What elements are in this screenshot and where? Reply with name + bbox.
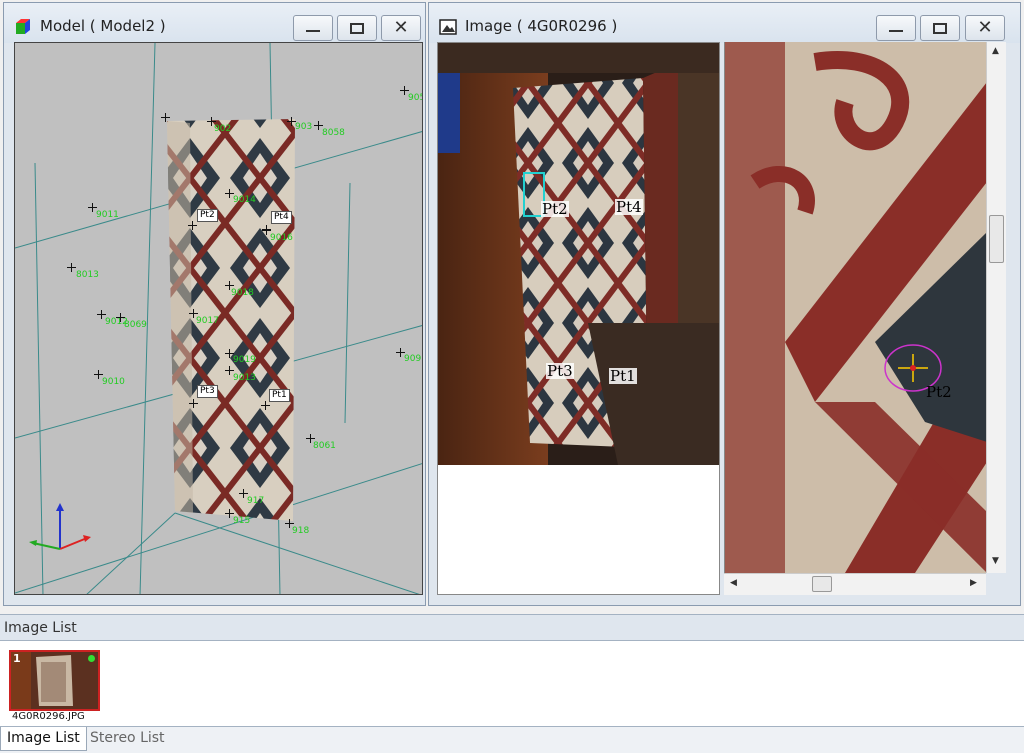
status-dot-icon xyxy=(88,655,95,662)
image-zoom-panel[interactable]: Pt2 xyxy=(724,42,986,573)
minimize-button[interactable] xyxy=(876,15,916,41)
thumbnail-photo xyxy=(11,652,98,709)
pt-tag: Pt1 xyxy=(269,389,290,402)
pt-tag: Pt2 xyxy=(197,209,218,222)
gcp-label: 9010 xyxy=(102,377,125,387)
horizontal-scrollbar[interactable]: ◀ ▶ xyxy=(724,573,986,595)
maximize-button[interactable] xyxy=(920,15,960,41)
restore-icon xyxy=(350,22,364,34)
photo-zoom xyxy=(725,42,986,573)
gcp-label: 9017 xyxy=(196,316,219,326)
bottom-tabbar: Image List Stereo List xyxy=(0,726,1024,753)
image-point-label: Pt3 xyxy=(546,362,574,380)
image-overview-panel[interactable]: Pt2 Pt4 Pt3 Pt1 xyxy=(437,42,720,595)
gcp-label: 8058 xyxy=(322,128,345,138)
gcp-label: 8061 xyxy=(313,441,336,451)
pt-marker[interactable] xyxy=(262,225,271,234)
minimize-button[interactable] xyxy=(293,15,333,41)
image-point-label: Pt4 xyxy=(615,198,643,216)
pt-marker[interactable] xyxy=(261,401,270,410)
scroll-up-icon[interactable]: ▲ xyxy=(992,46,999,56)
axis-gizmo xyxy=(29,503,91,550)
close-button[interactable]: ✕ xyxy=(965,15,1005,41)
thumbnail-filename: 4G0R0296.JPG xyxy=(12,711,85,722)
scroll-left-icon[interactable]: ◀ xyxy=(730,578,737,588)
pt-marker[interactable] xyxy=(188,221,197,230)
pt-marker[interactable] xyxy=(189,399,198,408)
gcp-label: 909 xyxy=(404,354,422,364)
image-icon xyxy=(439,19,457,35)
gcp-label: 9013 xyxy=(233,373,256,383)
minimize-icon xyxy=(889,30,903,32)
gcp-marker[interactable] xyxy=(67,263,76,272)
image-list-panel: 1 4G0R0296.JPG xyxy=(0,641,1024,726)
vertical-scrollbar[interactable]: ▲ ▼ xyxy=(986,42,1006,573)
image-window-title: Image ( 4G0R0296 ) xyxy=(465,17,618,35)
gcp-label: 903 xyxy=(295,122,313,132)
tab-stereo-list[interactable]: Stereo List xyxy=(84,727,171,751)
gcp-label: 8013 xyxy=(76,270,99,280)
gcp-label: 9014 xyxy=(233,195,256,205)
image-window-titlebar[interactable]: Image ( 4G0R0296 ) ✕ xyxy=(429,3,1020,43)
pt-tag: Pt3 xyxy=(197,385,218,398)
gcp-marker[interactable] xyxy=(161,113,170,122)
gcp-label: 9016 xyxy=(270,233,293,243)
close-button[interactable]: ✕ xyxy=(381,15,421,41)
close-icon: ✕ xyxy=(393,17,409,38)
image-list-header: Image List xyxy=(0,614,1024,641)
gcp-label: 9018 xyxy=(231,288,254,298)
image-thumbnail[interactable]: 1 xyxy=(9,650,100,711)
close-icon: ✕ xyxy=(977,17,993,38)
thumbnail-number: 1 xyxy=(13,652,21,665)
scroll-right-icon[interactable]: ▶ xyxy=(970,578,977,588)
image-point-label: Pt2 xyxy=(541,200,569,218)
gcp-label: 8069 xyxy=(124,320,147,330)
cube-icon xyxy=(16,19,30,34)
minimize-icon xyxy=(306,30,320,32)
gcp-label: 918 xyxy=(292,526,310,536)
scroll-down-icon[interactable]: ▼ xyxy=(992,556,999,566)
gcp-label: 902 xyxy=(214,124,232,134)
gcp-label: 9011 xyxy=(96,210,119,220)
image-point-label: Pt2 xyxy=(926,383,952,401)
gcp-label: 915 xyxy=(233,516,251,526)
gcp-label: 9019 xyxy=(233,355,256,365)
scroll-thumb[interactable] xyxy=(812,576,832,592)
photo-overview xyxy=(438,43,719,465)
model-3d-viewport[interactable]: 9011 8013 9012 8069 9010 8058 9014 9016 … xyxy=(14,42,423,595)
pt-tag: Pt4 xyxy=(271,211,292,224)
gcp-label: 905 xyxy=(408,93,422,103)
gcp-label: 917 xyxy=(247,496,265,506)
image-point-label: Pt1 xyxy=(609,367,637,385)
model-window-title: Model ( Model2 ) xyxy=(40,17,166,35)
maximize-button[interactable] xyxy=(337,15,377,41)
scroll-thumb[interactable] xyxy=(989,215,1004,263)
image-list-title: Image List xyxy=(4,620,77,636)
restore-icon xyxy=(933,22,947,34)
tab-image-list[interactable]: Image List xyxy=(0,727,87,751)
model-window-titlebar[interactable]: Model ( Model2 ) ✕ xyxy=(4,3,425,43)
